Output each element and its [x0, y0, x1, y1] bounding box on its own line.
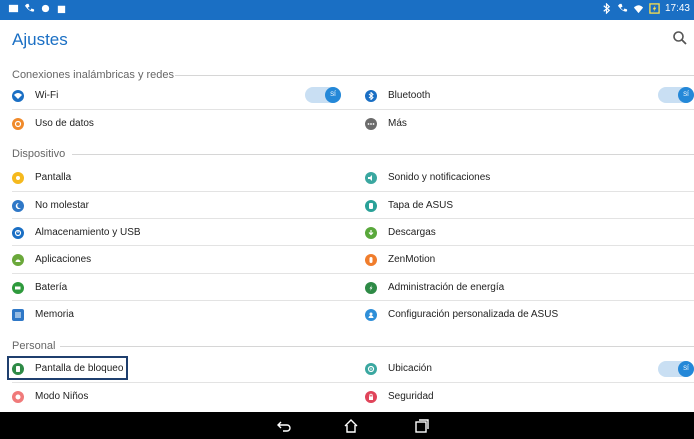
settings-item-downloads[interactable]: Descargas: [365, 219, 694, 246]
asus-custom-icon: [365, 308, 377, 321]
settings-item-more[interactable]: Más: [365, 110, 694, 137]
settings-item-security[interactable]: Seguridad: [365, 383, 694, 410]
wifi-icon: [12, 89, 24, 102]
settings-item-asus-custom[interactable]: Configuración personalizada de ASUS: [365, 301, 694, 328]
storage-icon: [12, 226, 24, 239]
selection-highlight: [7, 356, 128, 380]
wifi-icon: [633, 3, 644, 14]
sound-icon: [365, 171, 377, 184]
settings-item-label: Bluetooth: [388, 90, 431, 101]
settings-item-label: Batería: [35, 282, 68, 293]
data-usage-icon: [12, 117, 24, 130]
android-icon: [12, 253, 24, 266]
wifi-toggle[interactable]: SÍ: [305, 87, 341, 103]
settings-item-label: Tapa de ASUS: [388, 200, 454, 211]
game-icon: [40, 3, 51, 14]
bluetooth-toggle[interactable]: SÍ: [658, 87, 694, 103]
section-divider: [175, 75, 694, 76]
status-left-icons: [8, 3, 67, 14]
location-toggle[interactable]: SÍ: [658, 361, 694, 377]
settings-item-zenmotion[interactable]: ZenMotion: [365, 246, 694, 273]
phone-icon: [24, 3, 35, 14]
bluetooth-icon: [365, 89, 377, 102]
lock-icon: [365, 390, 377, 403]
section-divider: [72, 154, 694, 155]
toggle-knob: SÍ: [678, 361, 694, 377]
status-bar: 17:43: [0, 0, 694, 20]
section-divider: [60, 346, 694, 347]
settings-item-label: Almacenamiento y USB: [35, 227, 141, 238]
settings-item-data-usage[interactable]: Uso de datos: [12, 110, 342, 137]
shopping-icon: [56, 3, 67, 14]
settings-item-label: Ubicación: [388, 363, 432, 374]
settings-item-label: Memoria: [35, 309, 74, 320]
display-icon: [12, 171, 24, 184]
page-title: Ajustes: [12, 30, 68, 49]
settings-item-display[interactable]: Pantalla: [12, 164, 342, 191]
settings-item-label: Aplicaciones: [35, 254, 92, 265]
settings-item-location[interactable]: Ubicación: [365, 355, 694, 382]
settings-item-label: Pantalla: [35, 172, 72, 183]
settings-item-label: Más: [388, 118, 407, 129]
navigation-bar: [0, 412, 694, 439]
settings-item-cover[interactable]: Tapa de ASUS: [365, 192, 694, 219]
settings-item-sound[interactable]: Sonido y notificaciones: [365, 164, 694, 191]
settings-item-memory[interactable]: Memoria: [12, 301, 342, 328]
section-header-personal: Personal: [12, 340, 56, 352]
settings-item-bluetooth[interactable]: Bluetooth: [365, 82, 694, 109]
settings-item-kids-mode[interactable]: Modo Niños: [12, 383, 342, 410]
bluetooth-icon: [601, 3, 612, 14]
power-management-icon: [365, 281, 377, 294]
app-bar: Ajustes: [0, 20, 694, 62]
search-icon[interactable]: [672, 30, 688, 46]
message-icon: [8, 3, 19, 14]
settings-item-label: Sonido y notificaciones: [388, 172, 491, 183]
settings-item-label: No molestar: [35, 200, 89, 211]
hand-icon: [365, 253, 377, 266]
settings-item-label: Modo Niños: [35, 391, 89, 402]
cover-icon: [365, 199, 377, 212]
download-icon: [365, 226, 377, 239]
home-icon[interactable]: [343, 418, 359, 434]
settings-item-apps[interactable]: Aplicaciones: [12, 246, 342, 273]
toggle-knob: SÍ: [678, 87, 694, 103]
section-header-wireless: Conexiones inalámbricas y redes: [12, 69, 175, 81]
memory-icon: [12, 308, 24, 321]
settings-item-label: Administración de energía: [388, 282, 505, 293]
settings-item-wifi[interactable]: Wi-Fi: [12, 82, 342, 109]
settings-item-label: Seguridad: [388, 391, 434, 402]
more-icon: [365, 117, 377, 130]
settings-item-power[interactable]: Administración de energía: [365, 274, 694, 301]
battery-icon: [12, 281, 24, 294]
recent-apps-icon[interactable]: [414, 418, 430, 434]
back-icon[interactable]: [276, 418, 292, 434]
settings-item-label: Wi-Fi: [35, 90, 59, 101]
settings-item-dnd[interactable]: No molestar: [12, 192, 342, 219]
phone-icon: [617, 3, 628, 14]
toggle-knob: SÍ: [325, 87, 341, 103]
settings-item-battery[interactable]: Batería: [12, 274, 342, 301]
moon-icon: [12, 199, 24, 212]
settings-item-label: Uso de datos: [35, 118, 94, 129]
status-time: 17:43: [664, 3, 690, 14]
status-right-icons: 17:43: [601, 3, 690, 14]
location-icon: [365, 362, 377, 375]
kids-icon: [12, 390, 24, 403]
settings-item-storage[interactable]: Almacenamiento y USB: [12, 219, 342, 246]
settings-item-label: Configuración personalizada de ASUS: [388, 309, 559, 320]
battery-charging-icon: [649, 3, 660, 14]
section-header-device: Dispositivo: [12, 148, 66, 160]
settings-item-label: ZenMotion: [388, 254, 436, 265]
settings-item-label: Descargas: [388, 227, 436, 238]
